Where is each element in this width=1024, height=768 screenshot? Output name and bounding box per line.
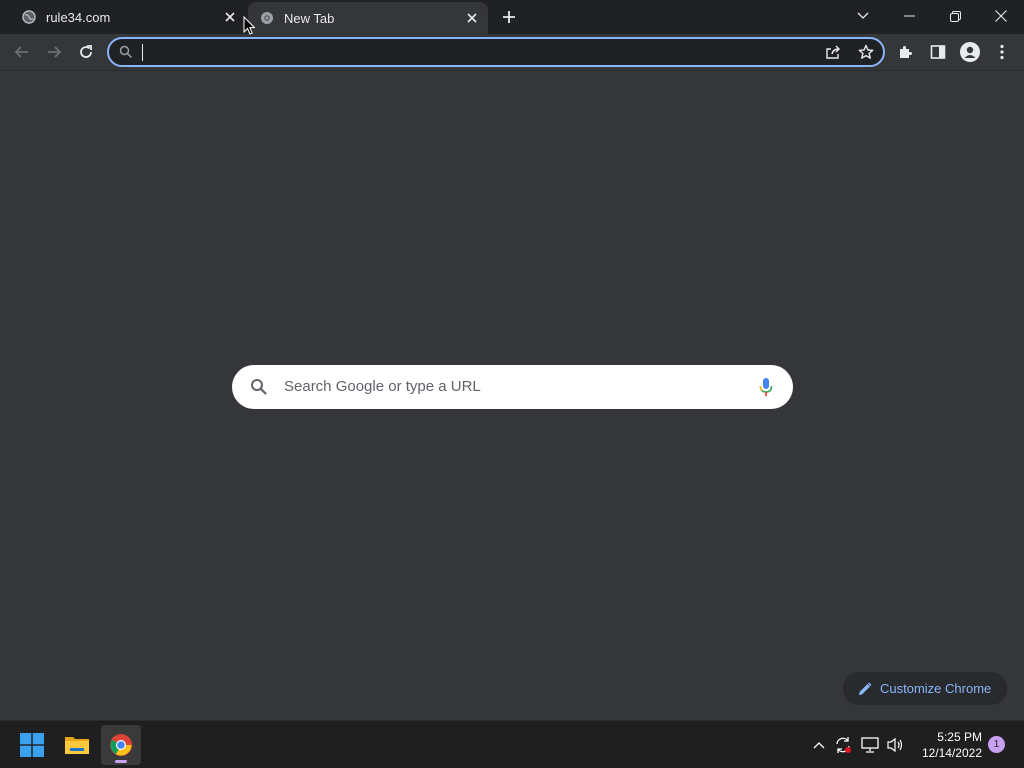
share-icon[interactable]	[825, 44, 841, 65]
system-clock[interactable]: 5:25 PM 12/14/2022	[912, 729, 982, 761]
chevron-up-icon	[813, 742, 825, 749]
forward-button[interactable]	[42, 40, 66, 64]
globe-icon	[22, 10, 36, 24]
browser-toolbar	[0, 34, 1024, 71]
restore-icon	[949, 10, 961, 22]
address-bar[interactable]	[107, 37, 885, 67]
side-panel-button[interactable]	[926, 40, 950, 64]
bookmark-star-icon[interactable]	[858, 44, 874, 65]
tab-close-icon[interactable]	[222, 9, 238, 25]
chevron-down-icon	[857, 12, 869, 19]
tab-close-icon[interactable]	[464, 10, 480, 26]
reload-button[interactable]	[74, 40, 98, 64]
volume-icon[interactable]	[885, 735, 905, 755]
mouse-cursor-icon	[243, 16, 255, 35]
search-placeholder: Search Google or type a URL	[284, 378, 481, 395]
restore-button[interactable]	[935, 0, 975, 32]
chrome-taskbar-button[interactable]	[101, 725, 141, 765]
windows-taskbar: 5:25 PM 12/14/2022 1	[0, 720, 1024, 768]
clock-date: 12/14/2022	[921, 746, 982, 760]
close-window-button[interactable]	[981, 0, 1021, 32]
search-icon	[119, 45, 133, 64]
pencil-icon	[858, 681, 872, 696]
minimize-icon	[903, 15, 915, 17]
sync-tray-icon[interactable]	[833, 735, 853, 755]
show-hidden-icons-button[interactable]	[809, 735, 829, 755]
back-button[interactable]	[10, 40, 34, 64]
close-icon	[995, 10, 1007, 22]
extensions-button[interactable]	[894, 40, 918, 64]
profile-button[interactable]	[958, 40, 982, 64]
kebab-menu-icon	[1000, 44, 1004, 60]
file-explorer-button[interactable]	[57, 725, 97, 765]
chrome-menu-button[interactable]	[990, 40, 1014, 64]
tab-title: rule34.com	[46, 9, 111, 25]
chrome-icon	[110, 734, 132, 756]
text-caret	[142, 44, 143, 61]
customize-chrome-button[interactable]: Customize Chrome	[843, 672, 1007, 705]
profile-avatar-icon	[960, 42, 980, 62]
arrow-left-icon	[14, 46, 28, 58]
file-explorer-icon	[65, 737, 89, 754]
plus-icon	[503, 11, 515, 23]
tab-strip: rule34.com New Tab	[0, 0, 1024, 34]
tab-search-button[interactable]	[843, 0, 883, 32]
microphone-icon[interactable]	[759, 377, 773, 402]
active-app-indicator	[115, 760, 127, 763]
minimize-button[interactable]	[889, 0, 929, 32]
windows-start-icon	[20, 733, 44, 757]
ntp-search-box[interactable]: Search Google or type a URL	[232, 365, 793, 409]
network-icon[interactable]	[860, 735, 880, 755]
reload-icon	[80, 45, 92, 58]
chrome-icon	[260, 11, 274, 25]
start-button[interactable]	[12, 725, 52, 765]
tab-title: New Tab	[284, 10, 335, 26]
clock-time: 5:25 PM	[937, 730, 982, 744]
customize-chrome-label: Customize Chrome	[880, 681, 992, 696]
search-icon	[250, 378, 268, 401]
puzzle-icon	[900, 46, 912, 58]
new-tab-button[interactable]	[499, 7, 519, 27]
tab-new-tab[interactable]: New Tab	[248, 2, 488, 34]
address-input[interactable]	[141, 43, 801, 63]
side-panel-icon	[930, 45, 946, 59]
notification-badge[interactable]: 1	[988, 736, 1005, 753]
tab-rule34[interactable]: rule34.com	[0, 0, 246, 34]
arrow-right-icon	[48, 46, 62, 58]
